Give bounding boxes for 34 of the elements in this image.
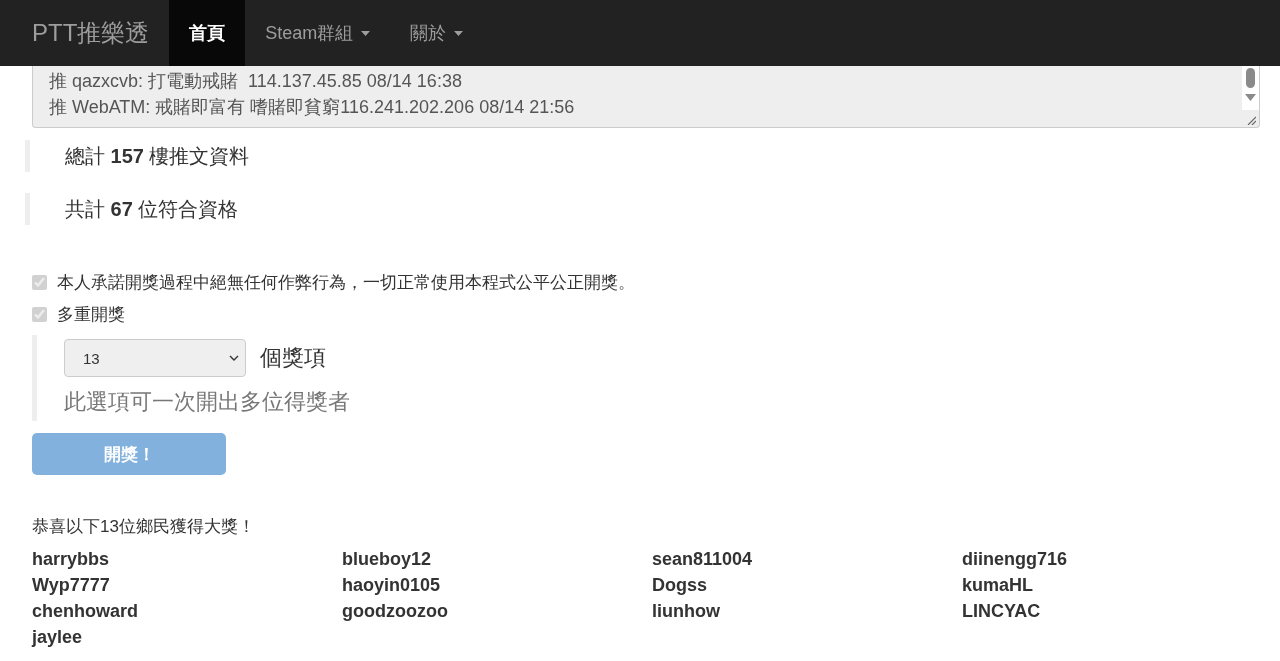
winner-name: jaylee — [32, 626, 84, 649]
chevron-down-icon — [229, 355, 239, 361]
winner-name: sean811004 — [652, 548, 754, 571]
winner-name: chenhoward — [32, 600, 139, 623]
nav-tab[interactable]: 關於 — [390, 0, 484, 66]
winner-name: blueboy12 — [342, 548, 433, 571]
brand-link[interactable]: PTT推樂透 — [16, 0, 170, 66]
nav-tab[interactable]: 首頁 — [169, 0, 246, 66]
winner-name: diinengg716 — [962, 548, 1069, 571]
winner-name: haoyin0105 — [342, 574, 442, 597]
nav-tab[interactable]: Steam群組 — [245, 0, 391, 66]
comment-line: 推 WebATM: 戒賭即富有 嗜賭即貧窮116.241.202.206 08/14 21:56 — [49, 96, 576, 119]
winner-name: liunhow — [652, 600, 721, 623]
winner-name: harrybbs — [32, 548, 111, 571]
result-title: 恭喜以下13位鄉民獲得大獎！ — [32, 516, 256, 538]
scroll-down-icon[interactable] — [1245, 94, 1256, 101]
stat-text: 共計 67 位符合資格 — [65, 198, 239, 220]
caret-icon — [361, 30, 371, 36]
caret-icon — [454, 30, 464, 36]
winner-name: kumaHL — [962, 574, 1034, 597]
prize-unit-label: 個獎項 — [260, 344, 326, 372]
winner-name: Dogss — [652, 574, 708, 597]
winner-name: Wyp7777 — [32, 574, 111, 597]
prize-count-select[interactable]: 13 — [64, 339, 246, 377]
stat-text: 總計 157 樓推文資料 — [65, 145, 250, 167]
comments-textarea[interactable]: 推 qazxcvb: 打電動戒賭 114.137.45.85 08/14 16:38 推 WebATM: 戒賭即富有 嗜賭即貧窮116.241.202.206 08/14 21:56 — [32, 66, 1260, 128]
scrollbar-thumb[interactable] — [1246, 68, 1255, 88]
checkbox-label: 本人承諾開獎過程中絕無任何作弊行為，一切正常使用本程式公平公正開獎。 — [57, 272, 635, 294]
comment-line: 推 qazxcvb: 打電動戒賭 114.137.45.85 08/14 16:38 — [49, 70, 463, 93]
winner-name: goodzoozoo — [342, 600, 449, 623]
checkbox-label: 多重開獎 — [57, 304, 125, 326]
help-text: 此選項可一次開出多位得獎者 — [64, 388, 351, 416]
winner-name: LINCYAC — [962, 600, 1042, 623]
resize-grip-icon[interactable] — [1247, 116, 1256, 125]
